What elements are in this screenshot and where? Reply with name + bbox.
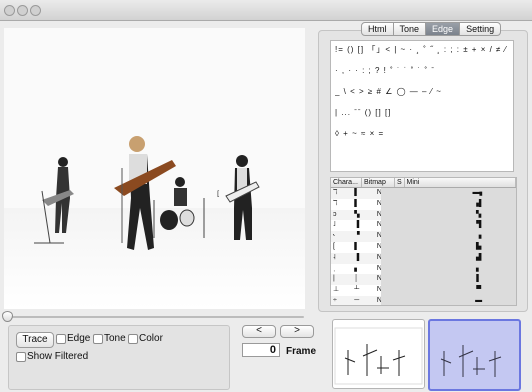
table-row[interactable]: ˌ▖N▖ (331, 263, 516, 275)
show-filtered-checkbox[interactable] (16, 352, 26, 362)
options-panel: Trace Edge Tone Color Show Filtered (8, 325, 230, 390)
show-filtered-label: Show Filtered (27, 351, 89, 362)
table-cell-mini: ▙ (381, 241, 516, 253)
table-row[interactable]: ↄ▚N▝▖ (331, 209, 516, 221)
table-cell-mini: ▬ (381, 295, 516, 305)
table-cell-bitmap: ▌ (354, 189, 360, 196)
table-cell-bitmap: ▌ (354, 199, 360, 207)
table-cell-bitmap: ▌ (354, 242, 360, 250)
tab-setting[interactable]: Setting (459, 22, 502, 36)
table-cell-mini: ▟ (381, 252, 516, 264)
table-row[interactable]: ÷─N▬ (331, 295, 516, 305)
preview-thumbnail-filtered[interactable] (428, 319, 521, 391)
column-header[interactable]: Chara... (331, 178, 363, 187)
guitarist-left-figure (34, 157, 74, 244)
next-frame-button[interactable]: > (280, 325, 314, 338)
glyph-text-area[interactable]: != () [] 「」< | ~ · ¸ ˚ ˝ ¸ : ; : ± + × /… (330, 40, 514, 172)
drummer-figure (153, 177, 205, 238)
trace-button[interactable]: Trace (16, 332, 54, 348)
preview-thumbnail-original[interactable] (332, 319, 425, 389)
zoom-button[interactable] (30, 5, 41, 16)
table-header: Chara... Bitmap S Mini (331, 178, 516, 188)
character-table[interactable]: Chara... Bitmap S Mini ℸ▌N▬▖ℸ▌N▗▌ↄ▚N▝▖˩▐… (330, 177, 517, 306)
table-cell-char: ⊥ (333, 286, 340, 294)
table-cell-char: ˩ (333, 221, 336, 229)
table-cell-bitmap: ▖ (354, 264, 360, 272)
table-cell-char: ℸ (333, 189, 338, 196)
table-cell-char: ˨ (333, 253, 336, 261)
prev-frame-button[interactable]: < (242, 325, 276, 338)
table-cell-bitmap: ▝ (354, 232, 360, 240)
table-cell-bitmap: ─ (354, 296, 360, 304)
column-header[interactable]: S (395, 178, 405, 187)
edge-checkbox[interactable] (56, 334, 66, 344)
svg-text:[: [ (216, 190, 220, 198)
table-cell-char: ˌ (333, 264, 336, 272)
timeline-slider-thumb[interactable] (2, 311, 13, 322)
table-cell-mini: ▗ (381, 231, 516, 242)
table-cell-mini: ▀ (381, 285, 516, 296)
frame-label: Frame (286, 346, 317, 357)
color-label: Color (139, 333, 163, 344)
table-cell-char: ↄ (333, 210, 337, 218)
minimize-button[interactable] (17, 5, 28, 16)
glyph-line: · , · · : ; ? ! ˚ ˙ ˙ ˚ ˙ ˚ ˉ (335, 66, 436, 75)
table-cell-bitmap: ┴ (354, 286, 360, 294)
table-cell-bitmap: ▐ (354, 221, 360, 229)
tab-bar: Html Tone Edge Setting (361, 22, 502, 36)
column-header[interactable]: Bitmap (362, 178, 395, 187)
table-cell-bitmap: ▚ (354, 210, 360, 218)
timeline-slider[interactable] (4, 316, 304, 318)
guitarist-right-figure: [ (216, 155, 260, 240)
tone-checkbox[interactable] (93, 334, 103, 344)
table-cell-bitmap: ▐ (354, 253, 360, 261)
table-cell-char: ℸ (333, 199, 338, 207)
tab-tone[interactable]: Tone (392, 22, 427, 36)
table-cell-mini: ▗▌ (381, 198, 516, 210)
table-row[interactable]: [▌N▙ (331, 241, 516, 253)
frame-number-field[interactable]: 0 (242, 343, 280, 357)
table-cell-mini: ▌ (381, 274, 516, 286)
glyph-line: ◊ + ~ ≈ × = (335, 129, 385, 138)
edge-label: Edge (67, 333, 91, 344)
table-row[interactable]: ˞▝N▗ (331, 231, 516, 242)
glyph-line: _ \ < > ≥ # ∠ ◯ — – ⁄ ~ (335, 87, 442, 96)
table-cell-char: | (333, 275, 335, 283)
table-row[interactable]: ˩▐N▝▌ (331, 220, 516, 232)
table-cell-char: [ (333, 242, 335, 250)
table-row[interactable]: ℸ▌N▗▌ (331, 198, 516, 210)
table-cell-mini: ▝▌ (381, 220, 516, 232)
guitarist-center-figure (114, 136, 176, 250)
table-cell-char: ˞ (333, 232, 336, 240)
video-preview: [ (4, 28, 305, 309)
table-cell-mini: ▝▖ (381, 209, 516, 221)
table-cell-mini: ▖ (381, 263, 516, 275)
glyph-line: | ... ˉˉ () [] [] (335, 108, 392, 117)
table-row[interactable]: ℸ▌N▬▖ (331, 188, 516, 199)
window-titlebar (0, 0, 532, 21)
table-row[interactable]: ⊥┴N▀ (331, 285, 516, 296)
table-cell-char: ÷ (333, 296, 337, 304)
table-row[interactable]: |│N▌ (331, 274, 516, 286)
tone-label: Tone (104, 333, 126, 344)
column-header[interactable]: Mini (405, 178, 516, 187)
glyph-line: != () [] 「」< | ~ · ¸ ˚ ˝ ¸ : ; : ± + × /… (335, 45, 507, 54)
table-cell-bitmap: │ (354, 275, 359, 283)
table-cell-mini: ▬▖ (381, 188, 516, 199)
table-row[interactable]: ˨▐N▟ (331, 252, 516, 264)
tab-edge[interactable]: Edge (425, 22, 461, 36)
tab-html[interactable]: Html (361, 22, 394, 36)
close-button[interactable] (4, 5, 15, 16)
color-checkbox[interactable] (128, 334, 138, 344)
